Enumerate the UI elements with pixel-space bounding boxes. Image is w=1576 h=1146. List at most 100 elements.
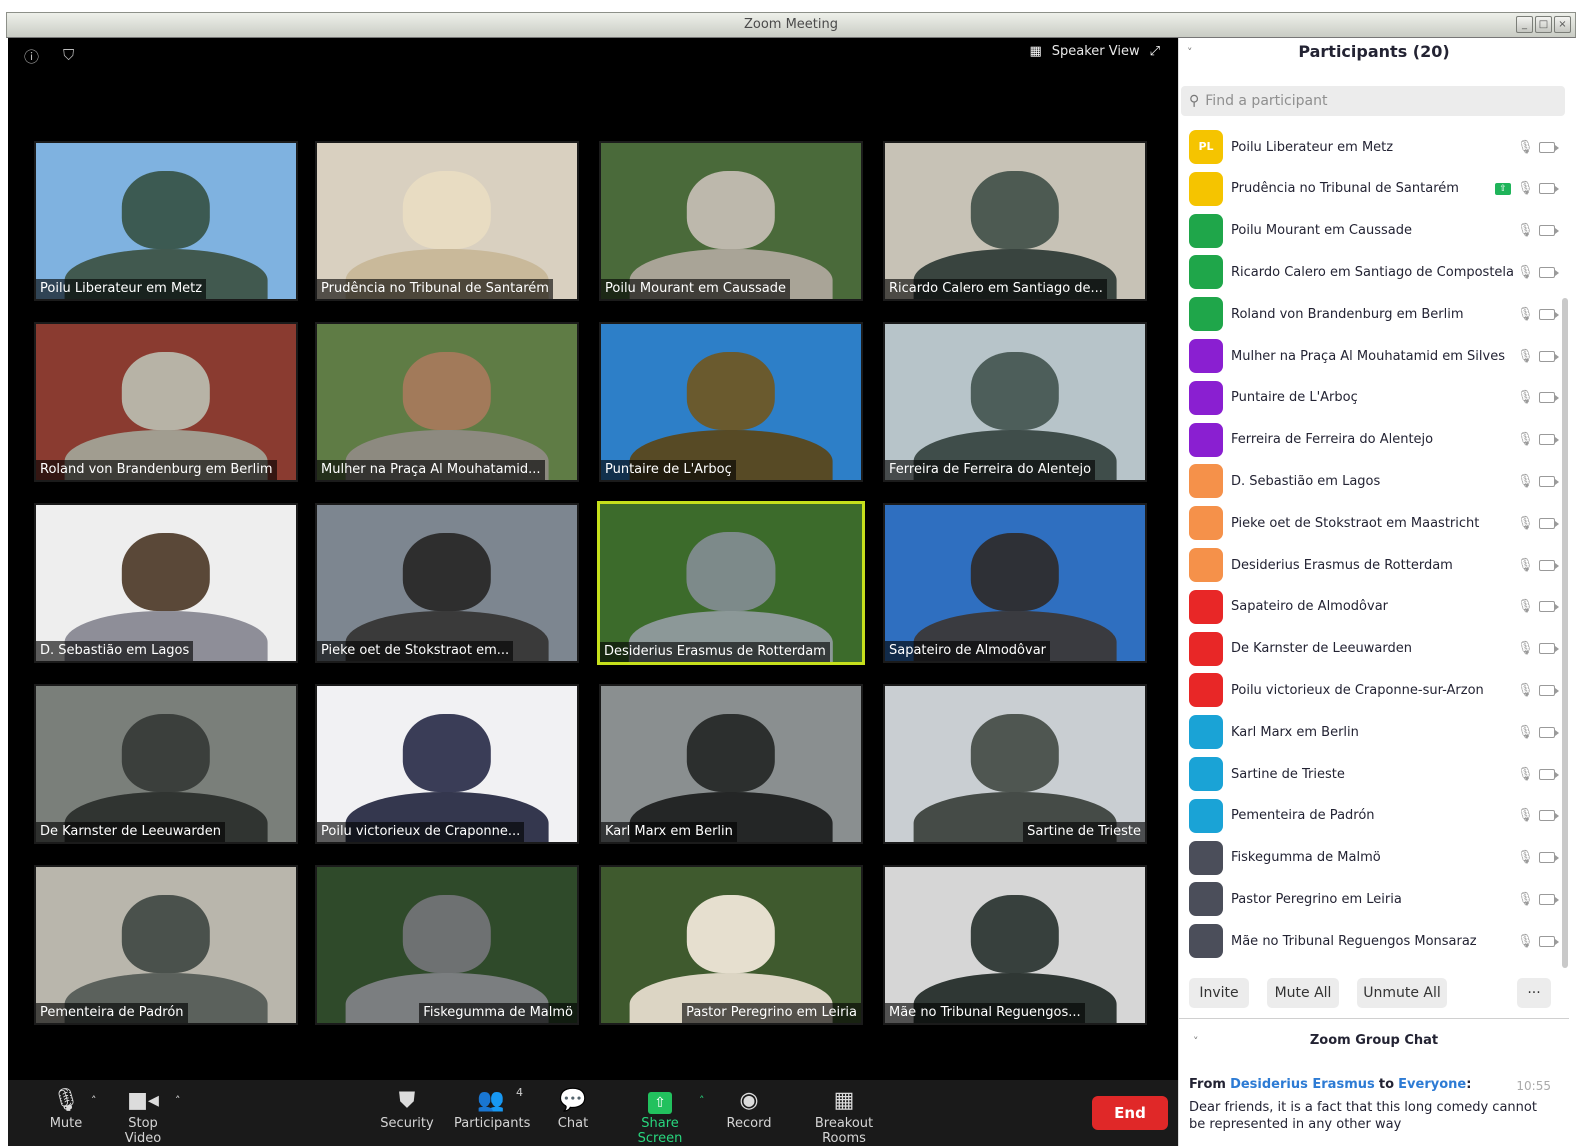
microphone-icon[interactable]: 🎙	[1517, 223, 1534, 238]
microphone-icon[interactable]: 🎙	[1517, 767, 1534, 782]
microphone-icon[interactable]: 🎙	[1517, 850, 1534, 865]
video-camera-icon[interactable]	[1539, 559, 1559, 571]
microphone-icon[interactable]: 🎙	[1517, 516, 1534, 531]
participant-row[interactable]: Puntaire de L'Arboç 🎙	[1179, 379, 1569, 417]
video-camera-icon[interactable]	[1539, 308, 1559, 320]
speaker-view-button[interactable]: ▦ Speaker View ⤢	[1029, 44, 1160, 59]
video-tile[interactable]: Pementeira de Padrón	[34, 865, 298, 1025]
participant-row[interactable]: Pastor Peregrino em Leiria 🎙	[1179, 880, 1569, 918]
participant-row[interactable]: Sartine de Trieste 🎙	[1179, 755, 1569, 793]
info-icon[interactable]: ⓘ	[24, 46, 39, 67]
microphone-icon[interactable]: 🎙	[1517, 181, 1534, 196]
chat-sender[interactable]: Desiderius Erasmus	[1230, 1077, 1375, 1092]
microphone-icon[interactable]: 🎙	[1517, 390, 1534, 405]
video-tile-active-speaker[interactable]: Desiderius Erasmus de Rotterdam	[597, 501, 865, 665]
stop-video-button[interactable]: ■◂ Stop Video	[108, 1086, 178, 1146]
participant-row[interactable]: Poilu victorieux de Craponne-sur-Arzon 🎙	[1179, 671, 1569, 709]
microphone-icon[interactable]: 🎙	[1517, 808, 1534, 823]
participant-row[interactable]: PL Poilu Liberateur em Metz 🎙	[1179, 128, 1569, 166]
participant-search[interactable]: ⚲ Find a participant	[1181, 86, 1565, 116]
video-tile[interactable]: De Karnster de Leeuwarden	[34, 684, 298, 844]
chat-recipient[interactable]: Everyone	[1398, 1077, 1466, 1092]
fullscreen-icon[interactable]: ⤢	[1150, 44, 1160, 59]
video-tile[interactable]: Sapateiro de Almodôvar	[883, 503, 1147, 663]
video-camera-icon[interactable]	[1539, 810, 1559, 822]
video-tile[interactable]: Puntaire de L'Arboç	[599, 322, 863, 482]
close-button[interactable]: ×	[1554, 16, 1571, 33]
window-titlebar[interactable]: Zoom Meeting _ □ ×	[6, 12, 1576, 38]
shield-icon[interactable]: ⛉	[63, 46, 74, 67]
video-camera-icon[interactable]	[1539, 434, 1559, 446]
video-camera-icon[interactable]	[1539, 893, 1559, 905]
record-button[interactable]: ◉ Record	[724, 1086, 774, 1131]
video-camera-icon[interactable]	[1539, 183, 1559, 195]
participant-row[interactable]: Karl Marx em Berlin 🎙	[1179, 713, 1569, 751]
microphone-icon[interactable]: 🎙	[1517, 892, 1534, 907]
minimize-button[interactable]: _	[1516, 16, 1533, 33]
video-camera-icon[interactable]	[1539, 935, 1559, 947]
video-camera-icon[interactable]	[1539, 852, 1559, 864]
microphone-icon[interactable]: 🎙	[1517, 265, 1534, 280]
participant-row[interactable]: Roland von Brandenburg em Berlim 🎙	[1179, 295, 1569, 333]
participant-row[interactable]: Ricardo Calero em Santiago de Compostela…	[1179, 253, 1569, 291]
video-camera-icon[interactable]	[1539, 266, 1559, 278]
unmute-all-button[interactable]: Unmute All	[1357, 978, 1447, 1008]
chat-button[interactable]: 💬 Chat	[556, 1086, 590, 1131]
maximize-button[interactable]: □	[1535, 16, 1552, 33]
video-tile[interactable]: Karl Marx em Berlin	[599, 684, 863, 844]
microphone-icon[interactable]: 🎙	[1517, 725, 1534, 740]
video-camera-icon[interactable]	[1539, 517, 1559, 529]
participant-row[interactable]: Prudência no Tribunal de Santarém ⇧ 🎙	[1179, 170, 1569, 208]
video-camera-icon[interactable]	[1539, 768, 1559, 780]
video-camera-icon[interactable]	[1539, 392, 1559, 404]
microphone-icon[interactable]: 🎙	[1517, 307, 1534, 322]
mute-button[interactable]: 🎙 Mute	[46, 1086, 86, 1131]
video-tile[interactable]: Ferreira de Ferreira do Alentejo	[883, 322, 1147, 482]
video-tile[interactable]: Sartine de Trieste	[883, 684, 1147, 844]
microphone-icon[interactable]: 🎙	[1517, 432, 1534, 447]
invite-button[interactable]: Invite	[1189, 978, 1249, 1008]
more-options-button[interactable]: ···	[1517, 978, 1551, 1008]
participant-row[interactable]: Mulher na Praça Al Mouhatamid em Silves 🎙	[1179, 337, 1569, 375]
participant-row[interactable]: Mãe no Tribunal Reguengos Monsaraz 🎙	[1179, 922, 1569, 960]
video-tile[interactable]: Roland von Brandenburg em Berlim	[34, 322, 298, 482]
microphone-icon[interactable]: 🎙	[1517, 934, 1534, 949]
video-camera-icon[interactable]	[1539, 350, 1559, 362]
video-tile[interactable]: Fiskegumma de Malmö	[315, 865, 579, 1025]
end-meeting-button[interactable]: End	[1092, 1096, 1168, 1130]
video-camera-icon[interactable]	[1539, 684, 1559, 696]
video-tile[interactable]: D. Sebastião em Lagos	[34, 503, 298, 663]
video-camera-icon[interactable]	[1539, 225, 1559, 237]
security-button[interactable]: ⛊ Security	[380, 1086, 434, 1131]
video-tile[interactable]: Poilu victorieux de Craponne...	[315, 684, 579, 844]
video-camera-icon[interactable]	[1539, 141, 1559, 153]
microphone-icon[interactable]: 🎙	[1517, 683, 1534, 698]
participant-row[interactable]: Ferreira de Ferreira do Alentejo 🎙	[1179, 421, 1569, 459]
participants-button[interactable]: 👥 Participants 4	[454, 1086, 530, 1131]
breakout-rooms-button[interactable]: ▦ Breakout Rooms	[794, 1086, 894, 1146]
video-tile[interactable]: Pastor Peregrino em Leiria	[599, 865, 863, 1025]
video-camera-icon[interactable]	[1539, 601, 1559, 613]
participant-row[interactable]: Poilu Mourant em Caussade 🎙	[1179, 212, 1569, 250]
participant-row[interactable]: Pementeira de Padrón 🎙	[1179, 797, 1569, 835]
microphone-icon[interactable]: 🎙	[1517, 349, 1534, 364]
mute-all-button[interactable]: Mute All	[1267, 978, 1339, 1008]
video-tile[interactable]: Ricardo Calero em Santiago de...	[883, 141, 1147, 301]
microphone-icon[interactable]: 🎙	[1517, 474, 1534, 489]
video-camera-icon[interactable]	[1539, 726, 1559, 738]
participant-row[interactable]: Sapateiro de Almodôvar 🎙	[1179, 588, 1569, 626]
video-tile[interactable]: Poilu Liberateur em Metz	[34, 141, 298, 301]
microphone-icon[interactable]: 🎙	[1517, 599, 1534, 614]
video-tile[interactable]: Mulher na Praça Al Mouhatamid...	[315, 322, 579, 482]
microphone-icon[interactable]: 🎙	[1517, 641, 1534, 656]
participant-row[interactable]: Desiderius Erasmus de Rotterdam 🎙	[1179, 546, 1569, 584]
microphone-icon[interactable]: 🎙	[1517, 140, 1534, 155]
video-tile[interactable]: Pieke oet de Stokstraot em...	[315, 503, 579, 663]
participant-row[interactable]: Fiskegumma de Malmö 🎙	[1179, 839, 1569, 877]
video-camera-icon[interactable]	[1539, 475, 1559, 487]
share-screen-button[interactable]: ⇧ Share Screen	[618, 1086, 702, 1146]
participant-list-scrollbar[interactable]	[1562, 298, 1568, 968]
participant-row[interactable]: De Karnster de Leeuwarden 🎙	[1179, 630, 1569, 668]
microphone-icon[interactable]: 🎙	[1517, 558, 1534, 573]
video-tile[interactable]: Poilu Mourant em Caussade	[599, 141, 863, 301]
